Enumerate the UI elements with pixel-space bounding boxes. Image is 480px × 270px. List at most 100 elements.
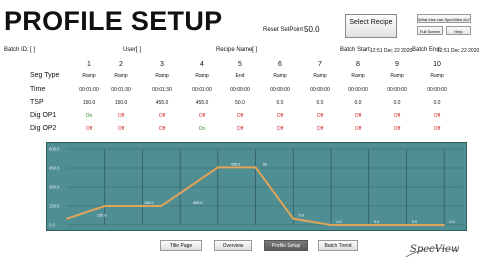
profile-chart-svg: 600.0 450.0 300.0 150.0 0.0 150.0 150.0 455.0 45… — [49, 147, 463, 228]
segment-6-time[interactable]: 00:00:00 — [264, 87, 296, 93]
segment-8-time[interactable]: 00:00:00 — [342, 87, 374, 93]
segment-8-type[interactable]: Ramp — [342, 73, 374, 79]
segment-9-type[interactable]: Ramp — [381, 73, 413, 79]
point-label: 0.0 — [336, 220, 341, 224]
profile-setup-button[interactable]: Profile Setup — [264, 240, 308, 251]
row-label-dig-op2: Dig OP2 — [30, 125, 57, 132]
segment-9-op1[interactable]: Off — [381, 113, 413, 119]
segment-10-time[interactable]: 00:00:00 — [421, 87, 453, 93]
reset-setpoint-label: Reset SetPoint — [263, 27, 304, 33]
segment-3-tsp[interactable]: 455.0 — [146, 100, 178, 106]
point-label: 150.0 — [97, 214, 107, 218]
segment-10-type[interactable]: Ramp — [421, 73, 453, 79]
overview-button[interactable]: Overview — [214, 240, 252, 251]
segment-5-type[interactable]: End — [224, 73, 256, 79]
segment-2-op1[interactable]: Off — [105, 113, 137, 119]
segment-7-op1[interactable]: Off — [304, 113, 336, 119]
help-button[interactable]: Help — [446, 26, 471, 35]
segment-3-op1[interactable]: Off — [146, 113, 178, 119]
point-label: 455.0 — [193, 201, 203, 205]
point-label: 0.0 — [412, 220, 417, 224]
segment-1-op2[interactable]: Off — [73, 126, 105, 132]
batch-start-value: 12:51 Dec 22 2020 — [370, 48, 413, 54]
segment-9-tsp[interactable]: 0.0 — [381, 100, 413, 106]
point-label: 50 — [263, 162, 267, 166]
title-page-button[interactable]: Title Page — [160, 240, 202, 251]
row-label-tsp: TSP — [30, 99, 44, 106]
segment-10-num: 10 — [433, 61, 441, 68]
segment-7-op2[interactable]: Off — [304, 126, 336, 132]
select-recipe-button[interactable]: Select Recipe — [345, 14, 397, 38]
segment-6-op2[interactable]: Off — [264, 126, 296, 132]
y-tick-label: 150.0 — [49, 204, 60, 209]
user-value: [ ] — [136, 47, 142, 53]
point-label: 0.0 — [374, 220, 379, 224]
batch-trend-button[interactable]: Batch Trend — [318, 240, 358, 251]
segment-5-op1[interactable]: Off — [224, 113, 256, 119]
profile-chart: 600.0 450.0 300.0 150.0 0.0 150.0 150.0 455.0 45… — [46, 142, 467, 231]
segment-2-tsp[interactable]: 150.0 — [105, 100, 137, 106]
point-label: 0.0 — [449, 220, 454, 224]
row-label-seg-type: Seg Type — [30, 72, 60, 79]
segment-4-op1[interactable]: Off — [186, 113, 218, 119]
segment-3-type[interactable]: Ramp — [146, 73, 178, 79]
segment-7-type[interactable]: Ramp — [304, 73, 336, 79]
profile-point — [330, 224, 332, 226]
segment-8-num: 8 — [356, 61, 360, 68]
profile-point — [103, 205, 106, 207]
segment-10-op2[interactable]: Off — [421, 126, 453, 132]
segment-10-op1[interactable]: Off — [421, 113, 453, 119]
segment-1-type[interactable]: Ramp — [73, 73, 105, 79]
segment-7-tsp[interactable]: 0.0 — [304, 100, 336, 106]
segment-4-type[interactable]: Ramp — [186, 73, 218, 79]
batch-start-label: Batch Start: — [340, 47, 372, 53]
segment-8-tsp[interactable]: 0.0 — [342, 100, 374, 106]
segment-3-num: 3 — [160, 61, 164, 68]
segment-8-op2[interactable]: Off — [342, 126, 374, 132]
segment-3-op2[interactable]: Off — [146, 126, 178, 132]
point-label: 0.0 — [299, 214, 304, 218]
specview-logo: SpecView — [405, 244, 460, 258]
segment-9-op2[interactable]: Off — [381, 126, 413, 132]
segment-6-tsp[interactable]: 0.0 — [264, 100, 296, 106]
logo-swoosh-icon — [405, 247, 457, 258]
what-else-button[interactable]: What else can SpecView do? — [417, 14, 471, 23]
y-tick-label: 0.0 — [49, 223, 55, 228]
segment-6-type[interactable]: Ramp — [264, 73, 296, 79]
segment-5-op2[interactable]: Off — [224, 126, 256, 132]
y-tick-label: 300.0 — [49, 185, 60, 190]
y-tick-label: 600.0 — [49, 147, 60, 152]
profile-point — [66, 217, 68, 220]
segment-2-time[interactable]: 00:01:30 — [105, 87, 137, 93]
batch-id-value: [ ] — [30, 47, 36, 53]
segment-2-num: 2 — [119, 61, 123, 68]
segment-4-tsp[interactable]: 455.0 — [186, 100, 218, 106]
segment-1-num: 1 — [87, 61, 91, 68]
segment-8-op1[interactable]: Off — [342, 113, 374, 119]
segment-7-num: 7 — [318, 61, 322, 68]
segment-10-tsp[interactable]: 0.0 — [421, 100, 453, 106]
segment-5-time[interactable]: 00:00:00 — [224, 87, 256, 93]
segment-3-time[interactable]: 00:01:30 — [146, 87, 178, 93]
profile-point — [405, 224, 408, 226]
segment-1-tsp[interactable]: 150.0 — [73, 100, 105, 106]
segment-2-op2[interactable]: Off — [105, 126, 137, 132]
y-tick-label: 450.0 — [49, 166, 60, 171]
segment-6-op1[interactable]: Off — [264, 113, 296, 119]
profile-point — [367, 224, 370, 226]
segment-1-time[interactable]: 00:01:00 — [73, 87, 105, 93]
point-label: 455.0 — [231, 162, 241, 166]
segment-2-type[interactable]: Ramp — [105, 73, 137, 79]
segment-4-op2[interactable]: On — [186, 126, 218, 132]
segment-4-time[interactable]: 00:01:00 — [186, 87, 218, 93]
full-screen-button[interactable]: Full Screen — [417, 26, 443, 35]
segment-5-tsp[interactable]: 50.0 — [224, 100, 256, 106]
segment-7-time[interactable]: 00:00:00 — [304, 87, 336, 93]
segment-9-time[interactable]: 00:00:00 — [381, 87, 413, 93]
recipe-name-value: [ ] — [252, 47, 258, 53]
recipe-name-label: Recipe Name: — [216, 47, 255, 53]
segment-6-num: 6 — [278, 61, 282, 68]
segment-1-op1[interactable]: On — [73, 113, 105, 119]
batch-end-value: 12:51 Dec 22 2020 — [437, 48, 480, 54]
reset-setpoint-value: 50.0 — [304, 25, 320, 34]
